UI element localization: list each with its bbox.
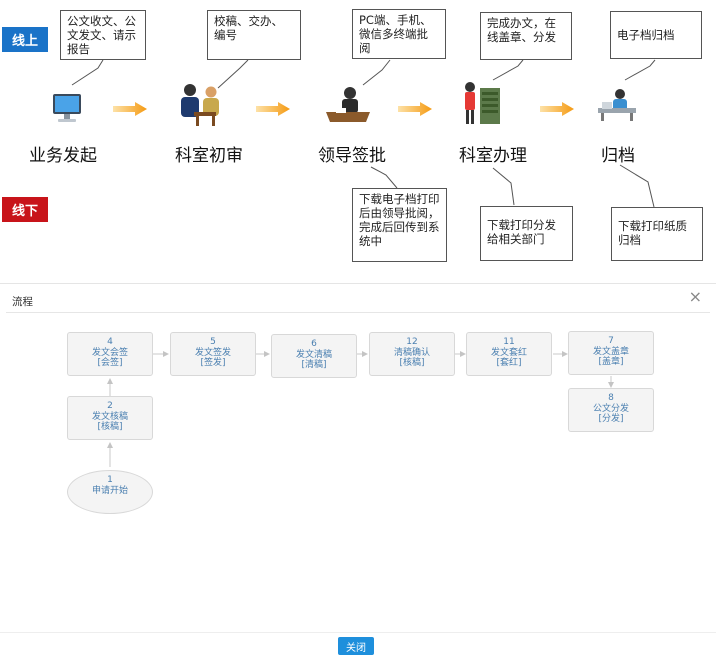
stage-label-3: 领导签批 <box>318 146 386 166</box>
flow-node-2[interactable]: 2 发文核稿 [核稿] <box>67 396 153 440</box>
callout-offline-4: 下载打印分发给相关部门 <box>480 206 573 261</box>
node-tag: [盖章] <box>598 357 624 367</box>
stage-label-4: 科室办理 <box>459 146 527 166</box>
archive-desk-icon <box>598 89 636 121</box>
node-name: 发文盖章 <box>592 346 629 357</box>
stage-label-1: 业务发起 <box>29 146 97 166</box>
flow-arrow-4 <box>540 102 574 116</box>
node-id: 7 <box>608 336 614 346</box>
staff-review-icon <box>181 84 219 126</box>
stage-label-5: 归档 <box>601 146 635 166</box>
node-id: 1 <box>107 475 113 485</box>
callout-online-3: PC端、手机、微信多终端批阅 <box>352 9 446 59</box>
callout-online-1: 公文收文、公文发文、请示报告 <box>60 10 146 60</box>
node-name: 清稿确认 <box>393 347 430 358</box>
node-name: 发文清稿 <box>295 349 332 360</box>
node-name: 发文套红 <box>490 347 527 358</box>
node-tag: [核稿] <box>97 422 123 432</box>
leader-desk-icon <box>326 87 370 122</box>
callout-online-2: 校稿、交办、编号 <box>207 10 301 60</box>
node-name: 发文会签 <box>91 347 128 358</box>
flow-arrow-3 <box>398 102 432 116</box>
node-name: 公文分发 <box>592 403 629 414</box>
node-id: 4 <box>107 337 113 347</box>
node-tag: [会签] <box>97 358 123 368</box>
node-name: 发文核稿 <box>91 411 128 422</box>
callout-online-5: 电子档归档 <box>610 11 702 59</box>
flow-node-6[interactable]: 6 发文清稿 [清稿] <box>271 334 357 378</box>
node-id: 11 <box>503 337 515 347</box>
node-id: 6 <box>311 339 317 349</box>
node-id: 8 <box>608 393 614 403</box>
flow-arrow-2 <box>256 102 290 116</box>
flow-node-11[interactable]: 11 发文套红 [套红] <box>466 332 552 376</box>
node-id: 2 <box>107 401 113 411</box>
node-tag: [分发] <box>598 414 624 424</box>
flow-node-1[interactable]: 1 申请开始 <box>67 470 153 514</box>
stage-label-2: 科室初审 <box>175 146 243 166</box>
flow-node-8[interactable]: 8 公文分发 [分发] <box>568 388 654 432</box>
callout-online-4: 完成办文，在线盖章、分发 <box>480 12 572 60</box>
node-id: 12 <box>406 337 418 347</box>
flow-node-12[interactable]: 12 清稿确认 [核稿] <box>369 332 455 376</box>
flow-modal: 流程 × 1 申请开始 2 发文核稿 [核稿] 4 发文会签 [会签] 5 发文… <box>0 283 716 661</box>
flow-node-7[interactable]: 7 发文盖章 [盖章] <box>568 331 654 375</box>
flow-arrow-1 <box>113 102 147 116</box>
server-rack-icon <box>465 82 500 124</box>
node-name: 申请开始 <box>91 485 128 496</box>
flow-node-5[interactable]: 5 发文签发 [签发] <box>170 332 256 376</box>
computer-icon <box>53 94 81 122</box>
flow-node-4[interactable]: 4 发文会签 [会签] <box>67 332 153 376</box>
node-tag: [套红] <box>496 358 522 368</box>
node-tag: [清稿] <box>301 360 327 370</box>
callout-offline-5: 下载打印纸质归档 <box>611 207 703 261</box>
node-name: 发文签发 <box>194 347 231 358</box>
node-id: 5 <box>210 337 216 347</box>
node-tag: [核稿] <box>399 358 425 368</box>
close-button[interactable]: 关闭 <box>338 637 374 655</box>
modal-footer-divider <box>0 632 716 633</box>
callout-offline-3: 下载电子档打印后由领导批阅，完成后回传到系统中 <box>352 188 447 262</box>
node-tag: [签发] <box>200 358 226 368</box>
